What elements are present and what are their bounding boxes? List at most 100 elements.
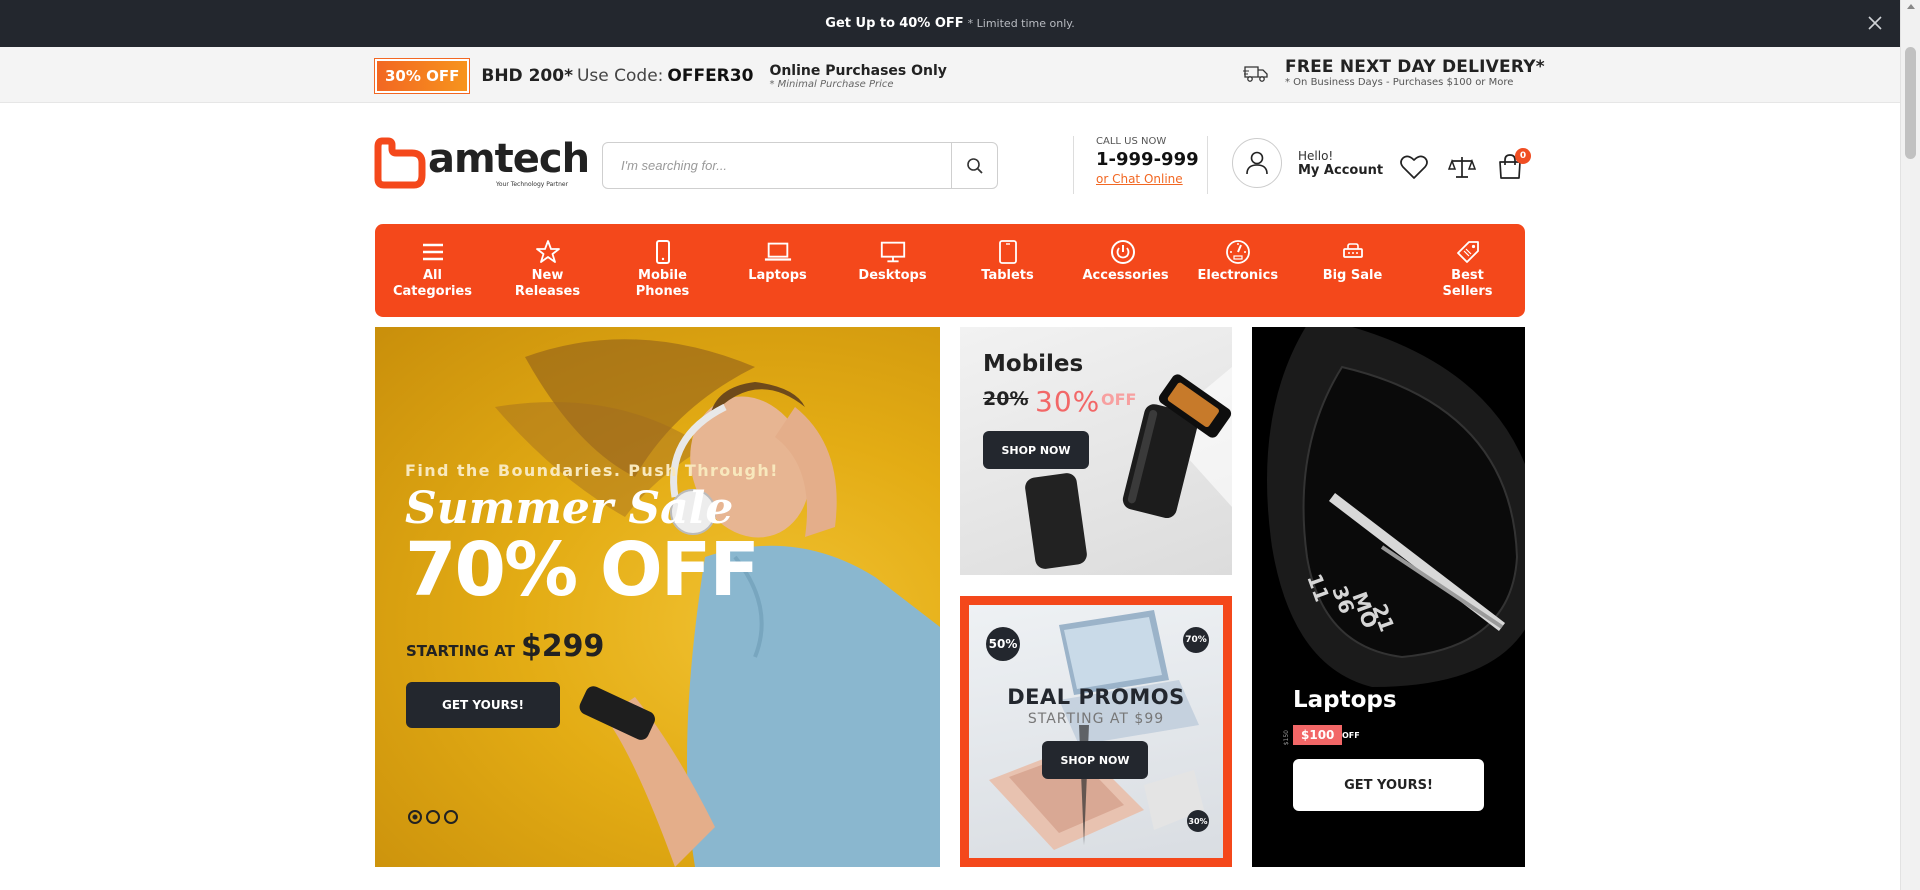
power-icon (1109, 238, 1137, 266)
menu-icon (419, 238, 447, 266)
starting-label: STARTING AT (406, 642, 515, 660)
star-icon (534, 238, 562, 266)
scroll-up-icon[interactable] (1907, 4, 1915, 9)
badge-30: 30% (1187, 810, 1209, 832)
account-label: My Account (1298, 162, 1384, 178)
discount-badge: 30% OFF (375, 59, 470, 93)
deals-shop-now-button[interactable]: SHOP NOW (1042, 741, 1148, 779)
call-label: CALL US NOW (1096, 136, 1167, 147)
slider-dots (408, 810, 458, 824)
mobiles-off-label: OFF (1101, 390, 1137, 409)
slider-dot[interactable] (444, 810, 458, 824)
slider-dot[interactable] (408, 810, 422, 824)
delivery-title: FREE NEXT DAY DELIVERY* (1285, 57, 1545, 77)
laptops-banner[interactable]: 11 36 MO 21 Laptops $150 $100 OFF GET YO… (1252, 327, 1525, 867)
wishlist-icon[interactable] (1399, 152, 1429, 182)
mobile-icon (649, 238, 677, 266)
online-note: * Minimal Purchase Price (769, 78, 894, 90)
cart-count-badge: 0 (1515, 148, 1531, 164)
laptops-cta-button[interactable]: GET YOURS! (1293, 759, 1484, 811)
category-all[interactable]: All Categories (375, 224, 490, 317)
phone-number[interactable]: 1-999-999 (1096, 149, 1199, 170)
contact-block: CALL US NOW 1-999-999 or Chat Online (1073, 136, 1208, 194)
hero-price: STARTING AT $299 (406, 629, 604, 664)
brand-tagline: Your Technology Partner (496, 181, 569, 188)
my-account-link[interactable]: Hello! My Account (1232, 138, 1383, 188)
chat-online-link[interactable]: or Chat Online (1096, 172, 1199, 186)
category-mobile-phones[interactable]: Mobile Phones (605, 224, 720, 317)
hero-headline: 70% OFF (405, 527, 760, 613)
account-greeting: Hello! (1298, 148, 1334, 163)
logo-mark-icon (374, 137, 426, 189)
mobiles-old-discount: 20% (983, 388, 1029, 410)
search-bar (602, 142, 998, 189)
announcement-suffix: * Limited time only. (967, 17, 1075, 30)
category-label: Electronics (1197, 268, 1279, 283)
category-new-releases[interactable]: New Releases (490, 224, 605, 317)
category-nav: All Categories New Releases Mobile Phone… (375, 224, 1525, 317)
category-tablets[interactable]: Tablets (950, 224, 1065, 317)
mobiles-banner[interactable]: Mobiles 20% 30% OFF SHOP NOW (960, 327, 1232, 575)
category-label: All Categories (392, 268, 472, 299)
promo-code: OFFER30 (667, 66, 754, 86)
brand-logo[interactable]: amtech Your Technology Partner (374, 136, 590, 189)
hero-kicker: Find the Boundaries. Push Through! (405, 461, 779, 480)
category-desktops[interactable]: Desktops (835, 224, 950, 317)
category-label: Best Sellers (1442, 268, 1493, 299)
tag-icon (1454, 238, 1482, 266)
announcement-highlight: 40% OFF (899, 16, 964, 31)
hero-banner[interactable]: Find the Boundaries. Push Through! Summe… (375, 327, 940, 867)
badge-70: 70% (1183, 627, 1209, 653)
announcement-prefix: Get Up to (825, 16, 896, 31)
brand-name: amtech (428, 136, 590, 182)
online-only-note: Online Purchases Only * Minimal Purchase… (769, 63, 946, 90)
truck-icon (1243, 62, 1269, 84)
category-accessories[interactable]: Accessories (1065, 224, 1180, 317)
close-icon[interactable] (1864, 12, 1886, 34)
category-big-sale[interactable]: Big Sale (1295, 224, 1410, 317)
announcement-bar: Get Up to 40% OFF * Limited time only. (0, 0, 1900, 47)
laptops-old-price: $150 (1283, 730, 1290, 746)
promo-amount: BHD 200* (481, 66, 573, 86)
page-scrollbar[interactable] (1900, 0, 1920, 890)
deals-subtitle: STARTING AT $99 (1027, 711, 1165, 727)
mobiles-title: Mobiles (983, 351, 1084, 377)
category-label: Accessories (1082, 268, 1169, 283)
site-header: amtech Your Technology Partner CALL US N… (0, 104, 1900, 220)
laptop-icon (764, 238, 792, 266)
mobiles-shop-now-button[interactable]: SHOP NOW (983, 431, 1089, 469)
hero-cta-button[interactable]: GET YOURS! (406, 682, 560, 728)
category-laptops[interactable]: Laptops (720, 224, 835, 317)
category-label: Big Sale (1322, 268, 1383, 283)
category-best-sellers[interactable]: Best Sellers (1410, 224, 1525, 317)
tablet-icon (994, 238, 1022, 266)
category-label: Mobile Phones (635, 268, 690, 299)
slider-dot[interactable] (426, 810, 440, 824)
use-code-label: Use Code: (576, 66, 664, 86)
promo-strip: 30% OFF BHD 200* Use Code: OFFER30 Onlin… (0, 47, 1900, 103)
category-label: New Releases (514, 268, 581, 299)
search-icon (966, 157, 983, 174)
deal-promos-banner[interactable]: 50% 70% 30% DEAL PROMOS STARTING AT $99 … (960, 596, 1232, 867)
scrollbar-thumb[interactable] (1905, 47, 1916, 159)
category-electronics[interactable]: Electronics (1180, 224, 1295, 317)
delivery-note: * On Business Days - Purchases $100 or M… (1285, 77, 1514, 88)
category-label: Tablets (981, 268, 1034, 283)
laptops-price: $100 (1293, 725, 1343, 745)
desktop-icon (879, 238, 907, 266)
user-icon (1232, 138, 1282, 188)
search-input[interactable] (603, 143, 951, 188)
delivery-promo: FREE NEXT DAY DELIVERY* * On Business Da… (1243, 57, 1545, 88)
online-title: Online Purchases Only (769, 62, 947, 79)
laptops-title: Laptops (1293, 687, 1397, 713)
deals-title: DEAL PROMOS (1007, 685, 1185, 709)
sale-icon (1339, 238, 1367, 266)
starting-price: $299 (520, 629, 605, 664)
category-label: Desktops (858, 268, 927, 283)
laptops-off-label: OFF (1342, 731, 1360, 740)
compare-icon[interactable] (1447, 152, 1477, 182)
cart-icon[interactable]: 0 (1495, 148, 1531, 182)
search-button[interactable] (951, 143, 997, 188)
badge-50: 50% (986, 627, 1020, 661)
coupon-promo: 30% OFF BHD 200* Use Code: OFFER30 Onlin… (375, 59, 947, 93)
